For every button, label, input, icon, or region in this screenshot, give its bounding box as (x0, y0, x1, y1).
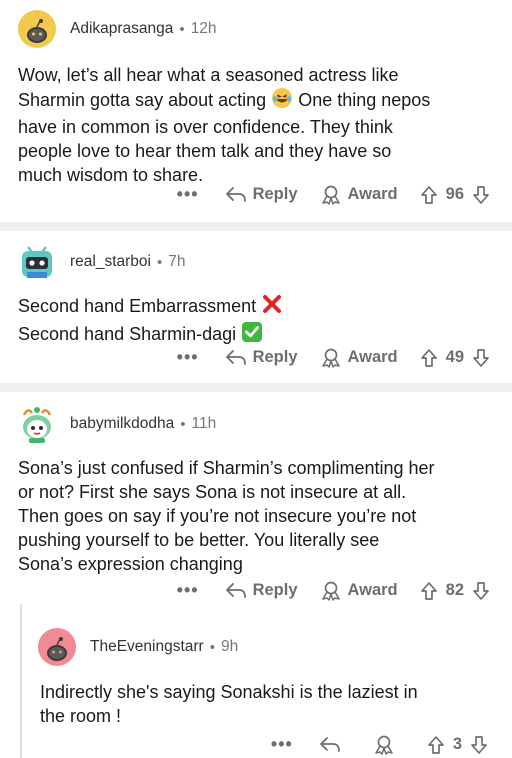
username[interactable]: TheEveningstarr (90, 638, 204, 656)
comment-separator (0, 383, 512, 392)
more-icon[interactable]: ••• (177, 580, 199, 601)
comment-body: Second hand Embarrassment Second hand Sh… (18, 293, 498, 349)
comment-line: Sharmin gotta say about acting One thing… (18, 87, 498, 115)
upvote-icon[interactable] (427, 735, 445, 755)
comment-4: TheEveningstarr • 9h Indirectly she's sa… (0, 612, 512, 758)
snoo-avatar-icon (18, 10, 56, 48)
timestamp: 9h (221, 638, 239, 655)
comment-body: Wow, let’s all hear what a seasoned actr… (18, 63, 498, 187)
comment-actions: ••• 3 (271, 734, 488, 755)
avatar[interactable] (18, 10, 56, 48)
snoo-avatar-icon (38, 628, 76, 666)
comment-2: real_starboi • 7h Second hand Embarrassm… (0, 231, 512, 383)
vote-controls: 3 (427, 735, 488, 755)
comment-3: babymilkdodha • 11h Sona’s just confused… (0, 392, 512, 612)
comment-line: Sona’s expression changing (18, 554, 243, 574)
meta-separator: • (209, 638, 215, 656)
comment-line: have in common is over confidence. They … (18, 117, 393, 137)
vote-count: 82 (445, 581, 464, 599)
downvote-icon[interactable] (472, 185, 490, 205)
reply-button[interactable]: Reply (225, 581, 298, 600)
reply-icon (225, 349, 246, 365)
upvote-icon[interactable] (420, 581, 438, 601)
reply-button[interactable] (319, 736, 347, 754)
reply-button[interactable]: Reply (225, 185, 298, 204)
comment-header: TheEveningstarr • 9h (38, 628, 238, 666)
comment-header: babymilkdodha • 11h (18, 405, 216, 443)
avatar[interactable] (18, 405, 56, 443)
avatar[interactable] (38, 628, 76, 666)
vote-count: 49 (445, 348, 464, 366)
meta-separator: • (157, 253, 163, 271)
vote-controls: 49 (420, 348, 490, 368)
award-icon (375, 735, 393, 755)
more-icon[interactable]: ••• (177, 347, 199, 368)
downvote-icon[interactable] (472, 581, 490, 601)
reply-icon (225, 186, 246, 202)
username[interactable]: real_starboi (70, 253, 151, 271)
downvote-icon[interactable] (472, 348, 490, 368)
comment-line: or not? First she says Sona is not insec… (18, 482, 407, 502)
timestamp: 7h (168, 253, 186, 270)
vote-count: 96 (445, 185, 464, 203)
comment-header: real_starboi • 7h (18, 243, 186, 281)
avatar[interactable] (18, 243, 56, 281)
comment-1: Adikaprasanga • 12h Wow, let’s all hear … (0, 0, 512, 222)
award-button[interactable]: Award (320, 348, 398, 368)
robot-avatar-icon (22, 246, 52, 278)
reply-icon (319, 736, 340, 752)
comment-actions: ••• Reply Award 82 (177, 580, 490, 601)
timestamp: 12h (190, 20, 217, 37)
comment-line: pushing yourself to be better. You liter… (18, 530, 380, 550)
timestamp: 11h (191, 415, 217, 432)
comment-line: Wow, let’s all hear what a seasoned actr… (18, 65, 399, 85)
comment-line: Second hand Sharmin-dagi (18, 321, 498, 349)
comment-actions: ••• Reply Award 49 (177, 347, 490, 368)
comment-body: Sona’s just confused if Sharmin’s compli… (18, 456, 498, 576)
reply-button[interactable]: Reply (225, 348, 298, 367)
award-button[interactable]: Award (320, 185, 398, 205)
more-icon[interactable]: ••• (271, 734, 293, 755)
comment-line: the room ! (40, 706, 122, 726)
more-icon[interactable]: ••• (177, 184, 199, 205)
award-icon (321, 348, 340, 368)
downvote-icon[interactable] (470, 735, 488, 755)
cross-mark-icon (261, 293, 283, 321)
comment-line: people love to hear them talk and they h… (18, 141, 392, 161)
award-icon (321, 581, 340, 601)
comment-line: Indirectly she's saying Sonakshi is the … (40, 682, 418, 702)
meta-separator: • (179, 20, 185, 38)
award-button[interactable] (373, 735, 401, 755)
comment-line: Second hand Embarrassment (18, 293, 498, 321)
vote-controls: 96 (420, 185, 490, 205)
reply-icon (225, 582, 246, 598)
award-button[interactable]: Award (320, 581, 398, 601)
plant-avatar-icon (22, 407, 52, 443)
username[interactable]: Adikaprasanga (70, 20, 173, 38)
laughing-emoji-icon (271, 87, 293, 115)
upvote-icon[interactable] (420, 185, 438, 205)
check-mark-icon (241, 321, 263, 349)
meta-separator: • (180, 415, 186, 433)
username[interactable]: babymilkdodha (70, 415, 174, 433)
comment-actions: ••• Reply Award 96 (177, 184, 490, 205)
comment-separator (0, 222, 512, 231)
vote-count: 3 (452, 735, 462, 753)
comment-line: Then goes on say if you’re not insecure … (18, 506, 417, 526)
comment-line: Sona’s just confused if Sharmin’s compli… (18, 458, 435, 478)
comment-header: Adikaprasanga • 12h (18, 10, 217, 48)
comment-body: Indirectly she's saying Sonakshi is the … (40, 680, 500, 728)
upvote-icon[interactable] (420, 348, 438, 368)
award-icon (321, 185, 340, 205)
vote-controls: 82 (420, 581, 490, 601)
